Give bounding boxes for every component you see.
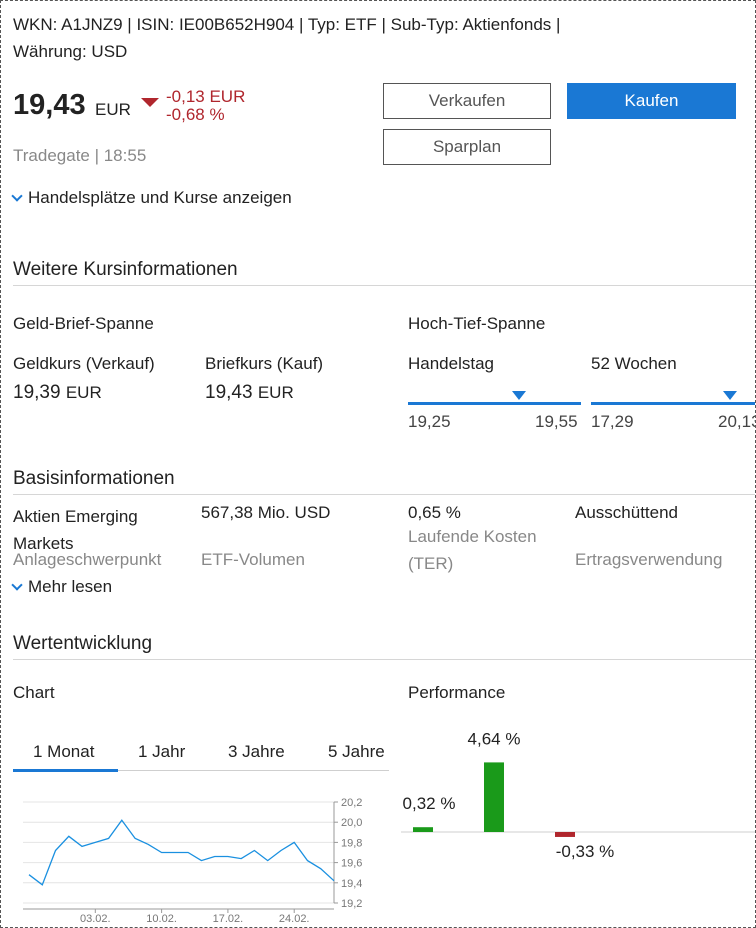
performance-bar-label: 4,64 % bbox=[468, 729, 521, 748]
week52-range-label: 52 Wochen bbox=[591, 354, 677, 373]
section-title-performance: Wertentwicklung bbox=[13, 633, 153, 654]
chevron-down-icon bbox=[11, 190, 23, 202]
read-more-link[interactable]: Mehr lesen bbox=[11, 577, 113, 597]
section-title-quotes: Weitere Kursinformationen bbox=[13, 259, 238, 280]
day-range-high: 19,55 bbox=[535, 412, 578, 431]
distribution-label: Ertragsverwendung bbox=[575, 550, 723, 569]
current-price: 19,43 bbox=[13, 89, 86, 121]
focus-label: Anlageschwerpunkt bbox=[13, 550, 162, 569]
ask-price: 19,43 bbox=[205, 382, 253, 403]
etf-detail-panel: WKN: A1JNZ9 | ISIN: IE00B652H904 | Typ: … bbox=[0, 0, 756, 928]
price-down-icon bbox=[141, 98, 159, 107]
week52-range-marker-icon bbox=[723, 391, 738, 400]
performance-bar-label: 0,32 % bbox=[403, 794, 456, 813]
x-tick-label: 03.02. bbox=[80, 913, 111, 925]
day-range-bar bbox=[408, 402, 581, 405]
tab-3-years[interactable]: 3 Jahre bbox=[228, 742, 285, 762]
x-tick-label: 10.02. bbox=[146, 913, 177, 925]
divider bbox=[13, 285, 755, 286]
volume-value: 567,38 Mio. USD bbox=[201, 503, 331, 522]
performance-bar-label: -0,33 % bbox=[556, 842, 615, 861]
performance-bar bbox=[484, 762, 504, 832]
y-tick-label: 20,0 bbox=[341, 817, 362, 829]
price-currency: EUR bbox=[95, 100, 131, 119]
savings-plan-button[interactable]: Sparplan bbox=[383, 129, 551, 165]
price-change-absolute: -0,13 EUR bbox=[166, 87, 246, 106]
week52-range-low: 17,29 bbox=[591, 412, 634, 431]
active-tab-indicator bbox=[13, 769, 118, 772]
volume-label: ETF-Volumen bbox=[201, 550, 305, 569]
chevron-down-icon bbox=[11, 579, 23, 591]
focus-value: Aktien Emerging Markets bbox=[13, 507, 138, 553]
x-tick-label: 17.02. bbox=[213, 913, 244, 925]
buy-button[interactable]: Kaufen bbox=[567, 83, 736, 119]
week52-range-high: 20,13 bbox=[718, 412, 755, 431]
ask-value: 19,43 EUR bbox=[205, 382, 294, 404]
bid-value: 19,39 EUR bbox=[13, 382, 102, 404]
performance-bar-chart: 0,32 % 4,64 % -0,33 % bbox=[401, 729, 755, 861]
ter-label: Laufende Kosten (TER) bbox=[408, 527, 537, 573]
week52-range-bar bbox=[591, 402, 755, 405]
divider bbox=[13, 659, 755, 660]
price-change-percent: -0,68 % bbox=[166, 105, 225, 124]
show-venues-link[interactable]: Handelsplätze und Kurse anzeigen bbox=[11, 188, 292, 208]
performance-bar bbox=[555, 832, 575, 837]
y-tick-label: 19,6 bbox=[341, 858, 362, 870]
bid-currency: EUR bbox=[65, 383, 102, 402]
exchange-time: Tradegate | 18:55 bbox=[13, 146, 147, 165]
high-low-title: Hoch-Tief-Spanne bbox=[408, 314, 546, 333]
chart-title: Chart bbox=[13, 683, 55, 702]
bid-label: Geldkurs (Verkauf) bbox=[13, 354, 155, 373]
tab-1-year[interactable]: 1 Jahr bbox=[138, 742, 185, 762]
y-tick-label: 19,2 bbox=[341, 898, 362, 910]
security-meta: WKN: A1JNZ9 | ISIN: IE00B652H904 | Typ: … bbox=[13, 15, 561, 61]
day-range-label: Handelstag bbox=[408, 354, 495, 373]
x-tick-label: 24.02. bbox=[279, 913, 310, 925]
day-range-marker-icon bbox=[511, 391, 526, 400]
sell-button[interactable]: Verkaufen bbox=[383, 83, 551, 119]
show-venues-label: Handelsplätze und Kurse anzeigen bbox=[28, 188, 292, 207]
y-tick-label: 19,8 bbox=[341, 837, 362, 849]
performance-title: Performance bbox=[408, 683, 506, 702]
ask-currency: EUR bbox=[257, 383, 294, 402]
tab-5-years[interactable]: 5 Jahre bbox=[328, 742, 385, 762]
bid-price: 19,39 bbox=[13, 382, 61, 403]
ter-value: 0,65 % bbox=[408, 503, 461, 522]
tab-1-month[interactable]: 1 Monat bbox=[33, 742, 94, 762]
section-title-basics: Basisinformationen bbox=[13, 468, 175, 489]
price-series-line bbox=[28, 819, 335, 886]
read-more-label: Mehr lesen bbox=[28, 577, 113, 596]
performance-bar bbox=[413, 827, 433, 832]
y-tick-label: 19,4 bbox=[341, 878, 362, 890]
divider bbox=[13, 494, 755, 495]
day-range-low: 19,25 bbox=[408, 412, 451, 431]
y-tick-label: 20,2 bbox=[341, 797, 362, 809]
distribution-value: Ausschüttend bbox=[575, 503, 679, 522]
price-line-chart: 20,2 20,0 19,8 19,6 19,4 19,2 03.02. 10.02. 17.0… bbox=[23, 797, 362, 925]
bid-ask-title: Geld-Brief-Spanne bbox=[13, 314, 154, 333]
ask-label: Briefkurs (Kauf) bbox=[205, 354, 324, 373]
